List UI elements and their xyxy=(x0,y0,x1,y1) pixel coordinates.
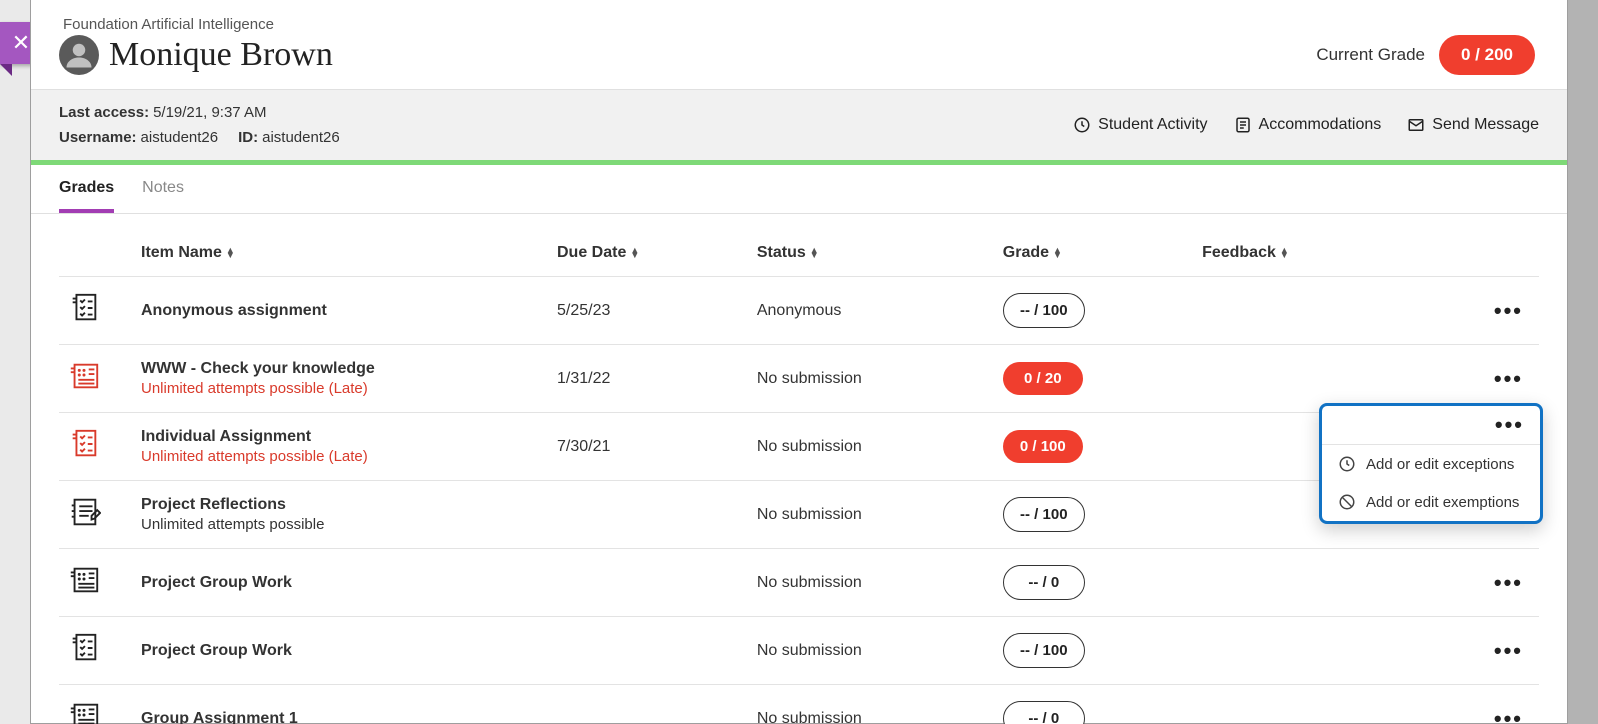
item-type-icon xyxy=(59,617,133,685)
tab-notes[interactable]: Notes xyxy=(142,179,184,213)
due-date: 1/31/22 xyxy=(549,345,749,413)
item-type-icon xyxy=(59,277,133,345)
item-subtext: Unlimited attempts possible (Late) xyxy=(141,380,541,397)
grade-pill[interactable]: -- / 100 xyxy=(1003,497,1085,532)
item-type-icon xyxy=(59,481,133,549)
id-value: aistudent26 xyxy=(262,129,340,146)
row-actions-button[interactable]: ••• xyxy=(1486,294,1531,328)
username-value: aistudent26 xyxy=(141,129,219,146)
col-status[interactable]: Status▲▼ xyxy=(749,214,995,277)
status: No submission xyxy=(749,617,995,685)
item-name[interactable]: Individual Assignment xyxy=(141,428,541,446)
due-date xyxy=(549,549,749,617)
tab-grades[interactable]: Grades xyxy=(59,179,114,213)
status: No submission xyxy=(749,345,995,413)
item-type-icon xyxy=(59,413,133,481)
current-grade-label: Current Grade xyxy=(1316,45,1425,65)
grade-pill[interactable]: -- / 0 xyxy=(1003,565,1085,600)
accommodations-icon xyxy=(1234,116,1252,134)
item-type-icon xyxy=(59,685,133,724)
item-type-icon xyxy=(59,549,133,617)
table-row: Group Assignment 1 No submission -- / 0 … xyxy=(59,685,1539,724)
grade-pill[interactable]: -- / 100 xyxy=(1003,633,1085,668)
due-date: 5/25/23 xyxy=(549,277,749,345)
more-icon[interactable]: ••• xyxy=(1495,412,1524,438)
due-date xyxy=(549,685,749,724)
due-date: 7/30/21 xyxy=(549,413,749,481)
student-name: Monique Brown xyxy=(109,36,333,74)
clock-icon xyxy=(1338,455,1356,473)
item-name[interactable]: Group Assignment 1 xyxy=(141,710,541,724)
col-due-date[interactable]: Due Date▲▼ xyxy=(549,214,749,277)
menu-add-exceptions[interactable]: Add or edit exceptions xyxy=(1322,445,1540,483)
col-item-name[interactable]: Item Name▲▼ xyxy=(133,214,549,277)
col-feedback[interactable]: Feedback▲▼ xyxy=(1194,214,1403,277)
due-date xyxy=(549,617,749,685)
grade-pill[interactable]: -- / 100 xyxy=(1003,293,1085,328)
table-row: Project Group Work No submission -- / 0 … xyxy=(59,549,1539,617)
status: No submission xyxy=(749,413,995,481)
last-access-value: 5/19/21, 9:37 AM xyxy=(153,104,266,121)
row-actions-button[interactable]: ••• xyxy=(1486,566,1531,600)
accommodations-label: Accommodations xyxy=(1259,116,1382,134)
student-panel: Foundation Artificial Intelligence Moniq… xyxy=(30,0,1568,724)
row-actions-menu: ••• Add or edit exceptions Add or edit e… xyxy=(1319,403,1543,524)
item-subtext: Unlimited attempts possible (Late) xyxy=(141,448,541,465)
feedback xyxy=(1194,617,1403,685)
current-grade-pill: 0 / 200 xyxy=(1439,35,1535,75)
sort-icon: ▲▼ xyxy=(1053,248,1062,258)
activity-icon xyxy=(1073,116,1091,134)
prohibit-icon xyxy=(1338,493,1356,511)
grade-pill[interactable]: 0 / 20 xyxy=(1003,362,1083,395)
item-name[interactable]: Project Reflections xyxy=(141,496,541,514)
table-row: Project Reflections Unlimited attempts p… xyxy=(59,481,1539,549)
table-row: Individual Assignment Unlimited attempts… xyxy=(59,413,1539,481)
item-name[interactable]: Project Group Work xyxy=(141,574,541,592)
grade-pill[interactable]: 0 / 100 xyxy=(1003,430,1083,463)
item-type-icon xyxy=(59,345,133,413)
row-actions-button[interactable]: ••• xyxy=(1486,702,1531,724)
send-message-label: Send Message xyxy=(1432,116,1539,134)
grade-pill[interactable]: -- / 0 xyxy=(1003,701,1085,724)
student-activity-link[interactable]: Student Activity xyxy=(1073,116,1207,134)
sort-icon: ▲▼ xyxy=(1280,248,1289,258)
sort-icon: ▲▼ xyxy=(630,248,639,258)
status: Anonymous xyxy=(749,277,995,345)
last-access-label: Last access: xyxy=(59,104,149,121)
menu-add-exemptions[interactable]: Add or edit exemptions xyxy=(1322,483,1540,521)
meta-bar: Last access:5/19/21, 9:37 AM Username:ai… xyxy=(31,89,1567,160)
item-subtext: Unlimited attempts possible xyxy=(141,516,541,533)
table-row: Anonymous assignment 5/25/23 Anonymous -… xyxy=(59,277,1539,345)
status: No submission xyxy=(749,549,995,617)
avatar xyxy=(59,35,99,75)
row-actions-button[interactable]: ••• xyxy=(1486,634,1531,668)
status: No submission xyxy=(749,481,995,549)
grades-table: Item Name▲▼ Due Date▲▼ Status▲▼ Grade▲▼ … xyxy=(59,214,1539,724)
feedback xyxy=(1194,549,1403,617)
id-label: ID: xyxy=(238,129,258,146)
status: No submission xyxy=(749,685,995,724)
sort-icon: ▲▼ xyxy=(226,248,235,258)
feedback xyxy=(1194,685,1403,724)
col-grade[interactable]: Grade▲▼ xyxy=(995,214,1194,277)
item-name[interactable]: Project Group Work xyxy=(141,642,541,660)
accommodations-link[interactable]: Accommodations xyxy=(1234,116,1382,134)
sort-icon: ▲▼ xyxy=(810,248,819,258)
send-message-link[interactable]: Send Message xyxy=(1407,116,1539,134)
username-label: Username: xyxy=(59,129,137,146)
item-name[interactable]: WWW - Check your knowledge xyxy=(141,360,541,378)
mail-icon xyxy=(1407,116,1425,134)
item-name[interactable]: Anonymous assignment xyxy=(141,302,541,320)
table-row: Project Group Work No submission -- / 10… xyxy=(59,617,1539,685)
student-activity-label: Student Activity xyxy=(1098,116,1207,134)
due-date xyxy=(549,481,749,549)
feedback xyxy=(1194,277,1403,345)
course-name: Foundation Artificial Intelligence xyxy=(63,16,1539,33)
row-actions-button[interactable]: ••• xyxy=(1486,362,1531,396)
table-row: WWW - Check your knowledge Unlimited att… xyxy=(59,345,1539,413)
